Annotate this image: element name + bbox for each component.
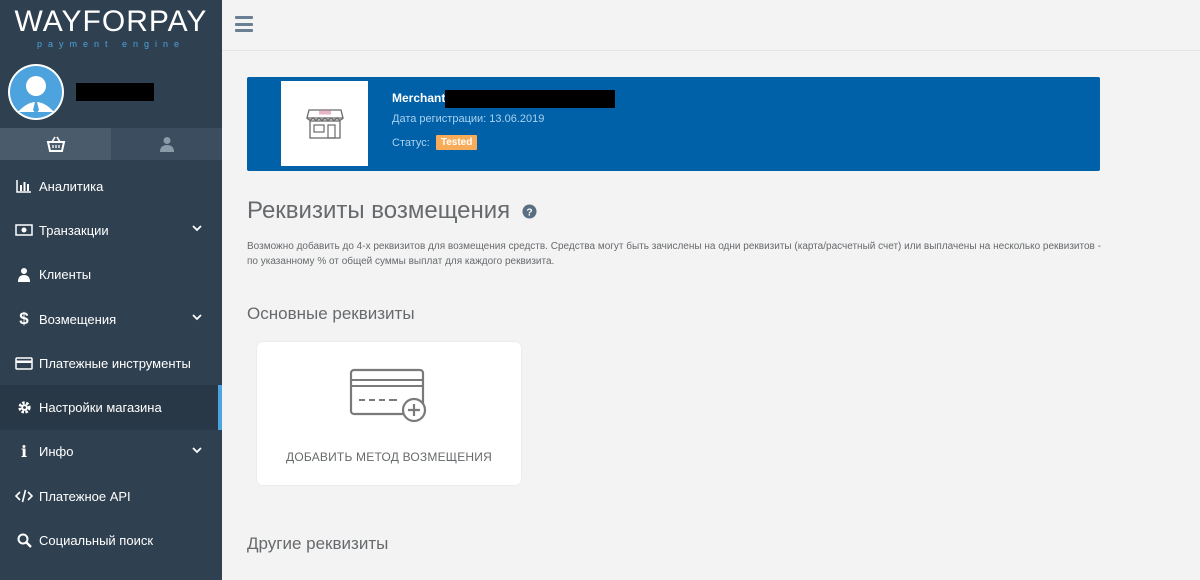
merchant-name-label: Merchant [392,91,446,105]
logo[interactable]: WAYFORPAY payment engine [0,0,222,56]
merchant-card: Merchant Дата регистрации: 13.06.2019 Ст… [247,77,1100,171]
money-icon [15,221,33,239]
tab-user[interactable] [111,128,222,160]
sidebar-item-label: Инфо [39,444,74,460]
svg-text:?: ? [527,207,533,218]
other-section-title: Другие реквизиты [247,534,389,553]
shop-icon [281,81,368,166]
menu-toggle-icon[interactable] [235,16,253,32]
user-avatar-icon[interactable] [8,64,64,120]
page-title-text: Реквизиты возмещения [247,197,511,224]
sidebar-item-analytics[interactable]: Аналитика [0,164,222,208]
dollar-icon: $ [19,309,29,329]
topbar [222,0,1200,51]
sidebar-item-label: Транзакции [39,222,109,238]
users-icon [15,266,33,284]
chevron-down-icon [192,225,202,232]
sidebar: WAYFORPAY payment engine Аналитика Транз… [0,0,222,580]
sidebar-item-social-search[interactable]: Социальный поиск [0,518,222,562]
help-icon[interactable]: ? [522,203,537,219]
status-label: Статус: [392,136,430,149]
chevron-down-icon [192,447,202,454]
profile-name-redacted [76,83,154,101]
sidebar-item-shop-settings[interactable]: Настройки магазина [0,385,222,430]
status-badge: Tested [435,135,478,150]
sidebar-item-payment-instruments[interactable]: Платежные инструменты [0,341,222,385]
gear-icon [15,399,33,417]
sidebar-item-label: Аналитика [39,178,104,194]
logo-text: WAYFORPAY [14,5,208,38]
basket-icon [46,136,65,152]
sidebar-item-label: Платежные инструменты [39,355,191,371]
sidebar-item-label: Социальный поиск [39,533,154,549]
sidebar-item-label: Платежное API [39,488,131,504]
main-content: Merchant Дата регистрации: 13.06.2019 Ст… [222,51,1200,580]
profile [0,56,222,128]
logo-subtitle: payment engine [36,39,186,49]
info-icon: i [20,442,28,462]
sidebar-item-transactions[interactable]: Транзакции [0,208,222,252]
code-icon [15,487,33,505]
search-icon [15,532,33,550]
add-refund-method-card[interactable]: ДОБАВИТЬ МЕТОД ВОЗМЕЩЕНИЯ [257,342,521,485]
sidebar-nav: Аналитика Транзакции Клиенты $ Возмещени… [0,164,222,563]
merchant-status: Статус: Tested [392,135,478,150]
app: WAYFORPAY payment engine Аналитика Транз… [0,0,1200,580]
sidebar-item-label: Настройки магазина [39,400,162,416]
sidebar-item-info[interactable]: i Инфо [0,430,222,474]
sidebar-item-payment-api[interactable]: Платежное API [0,474,222,518]
credit-card-add-icon [349,368,427,423]
add-refund-method-label: ДОБАВИТЬ МЕТОД ВОЗМЕЩЕНИЯ [286,450,492,464]
sidebar-item-refunds[interactable]: $ Возмещения [0,297,222,341]
sidebar-item-label: Клиенты [39,267,92,283]
main-section-title: Основные реквизиты [247,304,415,323]
credit-card-icon [15,354,33,372]
user-icon [159,137,174,152]
merchant-name-redacted [445,90,615,108]
merchant-registration-date: Дата регистрации: 13.06.2019 [392,113,545,125]
page-description: Возможно добавить до 4-х реквизитов для … [247,241,1101,267]
sidebar-tabs [0,128,222,160]
sidebar-item-clients[interactable]: Клиенты [0,253,222,297]
bar-chart-icon [15,177,33,195]
page-title: Реквизиты возмещения ? [247,197,537,225]
tab-shop[interactable] [0,128,111,160]
chevron-down-icon [192,314,202,321]
sidebar-item-label: Возмещения [39,311,117,327]
